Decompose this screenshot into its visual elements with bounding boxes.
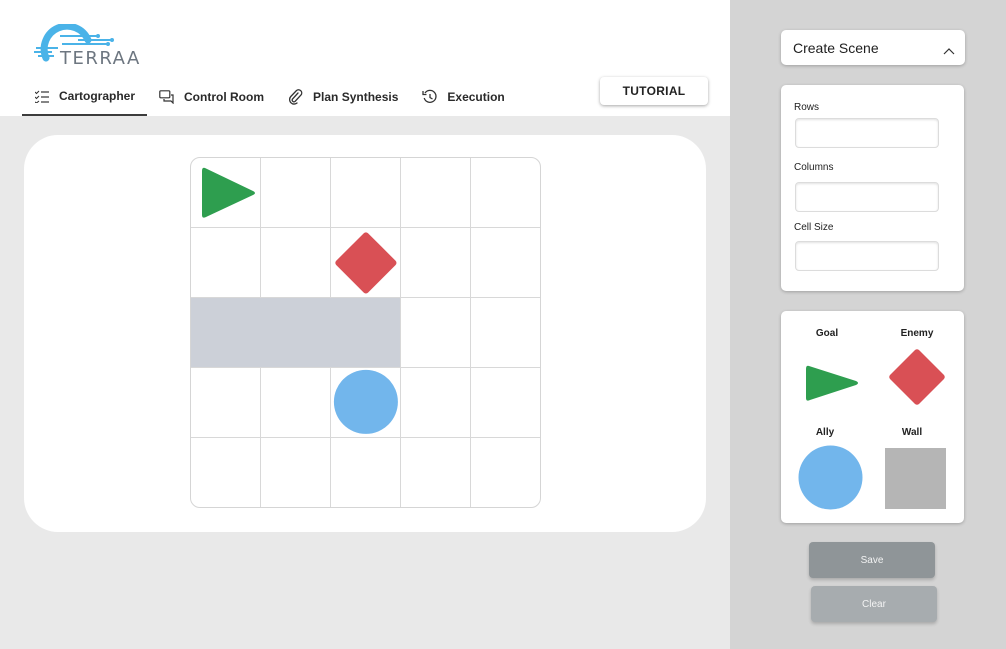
grid-cell[interactable] — [191, 367, 262, 438]
goal-triangle-icon — [806, 365, 858, 401]
scene-select[interactable]: Create Scene — [781, 30, 965, 65]
paperclip-icon — [288, 89, 304, 105]
grid-cell[interactable] — [400, 297, 471, 368]
grid-cell[interactable] — [470, 298, 540, 368]
grid-cell[interactable] — [331, 437, 401, 507]
grid-cell[interactable] — [261, 437, 332, 507]
enemy-palette-item[interactable] — [884, 344, 950, 415]
wall-palette-item[interactable] — [885, 448, 946, 509]
grid-cell[interactable] — [470, 367, 540, 438]
element-palette: Goal Enemy Ally Wall — [781, 311, 964, 523]
grid-settings-form: Rows Columns Cell Size — [781, 85, 964, 291]
tab-execution[interactable]: Execution — [410, 78, 516, 116]
grid-cell[interactable] — [400, 227, 471, 299]
enemy-marker[interactable] — [331, 228, 401, 298]
map-canvas — [24, 135, 706, 532]
main-tabs: Cartographer Control Room Plan Synthesis — [22, 78, 517, 116]
grid-cell[interactable] — [191, 437, 262, 507]
goal-palette-item[interactable] — [805, 363, 861, 408]
chevron-up-icon — [943, 42, 955, 58]
tab-cartographer[interactable]: Cartographer — [22, 78, 148, 116]
columns-label: Columns — [794, 162, 834, 173]
ally-marker[interactable] — [331, 367, 401, 437]
header: TERRAA Cartographer Control Room Plan Sy… — [0, 0, 730, 116]
grid-cell[interactable] — [470, 158, 540, 229]
goal-label: Goal — [815, 328, 839, 339]
enemy-diamond-icon — [889, 349, 945, 405]
grid-cell[interactable] — [400, 367, 471, 438]
grid-cell[interactable] — [260, 298, 332, 368]
tab-label: Execution — [447, 90, 505, 104]
tab-label: Cartographer — [59, 89, 136, 103]
tab-plan-synthesis[interactable]: Plan Synthesis — [276, 78, 410, 116]
cell-size-label: Cell Size — [794, 222, 834, 233]
grid-cell[interactable] — [260, 367, 332, 438]
ally-palette-item[interactable] — [798, 445, 863, 515]
tutorial-button[interactable]: TUTORIAL — [600, 77, 708, 105]
grid-cell[interactable] — [470, 228, 540, 299]
grid-cell[interactable] — [400, 437, 471, 507]
chat-bubbles-icon — [159, 89, 175, 105]
grid-cell[interactable] — [260, 227, 332, 299]
enemy-label: Enemy — [900, 328, 934, 339]
goal-marker[interactable] — [191, 158, 261, 228]
cell-size-input[interactable] — [795, 241, 939, 271]
grid-cell[interactable] — [260, 158, 332, 229]
scene-select-value: Create Scene — [793, 39, 879, 56]
columns-input[interactable] — [795, 182, 939, 212]
checklist-icon — [34, 88, 50, 104]
history-icon — [422, 89, 438, 105]
grid-cell[interactable] — [400, 158, 471, 229]
terraa-logo: TERRAA — [32, 24, 162, 70]
logo-text: TERRAA — [60, 48, 141, 69]
scene-panel: Create Scene Rows Columns Cell Size Goal… — [730, 0, 1006, 649]
tab-label: Plan Synthesis — [313, 90, 399, 104]
grid-cell[interactable] — [191, 227, 262, 299]
tab-label: Control Room — [184, 90, 265, 104]
map-grid[interactable] — [190, 157, 541, 508]
grid-cell[interactable] — [330, 297, 401, 368]
rows-input[interactable] — [795, 118, 939, 148]
tab-control-room[interactable]: Control Room — [147, 78, 276, 116]
wall-square-icon — [885, 448, 946, 509]
clear-button[interactable]: Clear — [811, 586, 937, 622]
grid-cell[interactable] — [330, 158, 401, 229]
ally-circle-icon — [798, 445, 863, 510]
grid-cell[interactable] — [470, 437, 540, 507]
ally-label: Ally — [815, 427, 835, 438]
grid-cell[interactable] — [191, 298, 262, 368]
rows-label: Rows — [794, 102, 820, 113]
wall-label: Wall — [901, 427, 923, 438]
save-button[interactable]: Save — [809, 542, 935, 578]
